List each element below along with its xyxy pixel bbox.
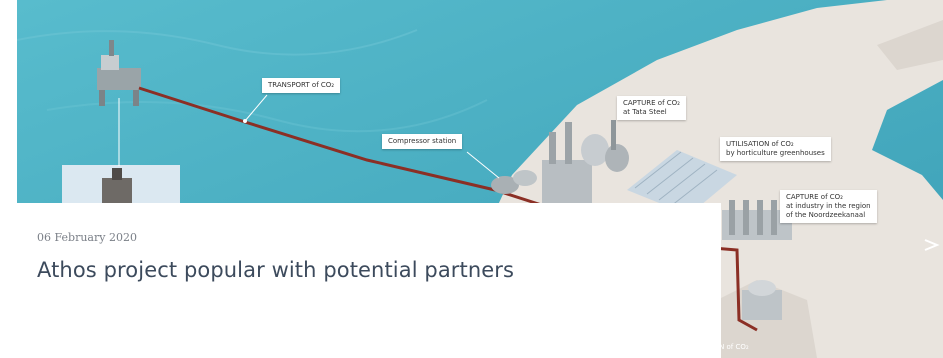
capture-tata-label: CAPTURE of CO₂ at Tata Steel	[617, 96, 686, 120]
utilisation-label: UTILISATION of CO₂ by horticulture green…	[720, 137, 831, 161]
article-panel: 06 February 2020 Athos project popular w…	[17, 203, 721, 358]
capture-industry-label: CAPTURE of CO₂ at industry in the region…	[780, 190, 877, 223]
transport-label: TRANSPORT of CO₂	[262, 78, 341, 93]
news-card[interactable]: TRANSPORT of CO₂ Compressor station CAPT…	[0, 0, 943, 358]
compressor-station-label: Compressor station	[382, 134, 463, 149]
article-date: 06 February 2020	[37, 231, 137, 244]
platform-photo-inset	[62, 165, 180, 205]
article-title[interactable]: Athos project popular with potential par…	[37, 258, 514, 282]
